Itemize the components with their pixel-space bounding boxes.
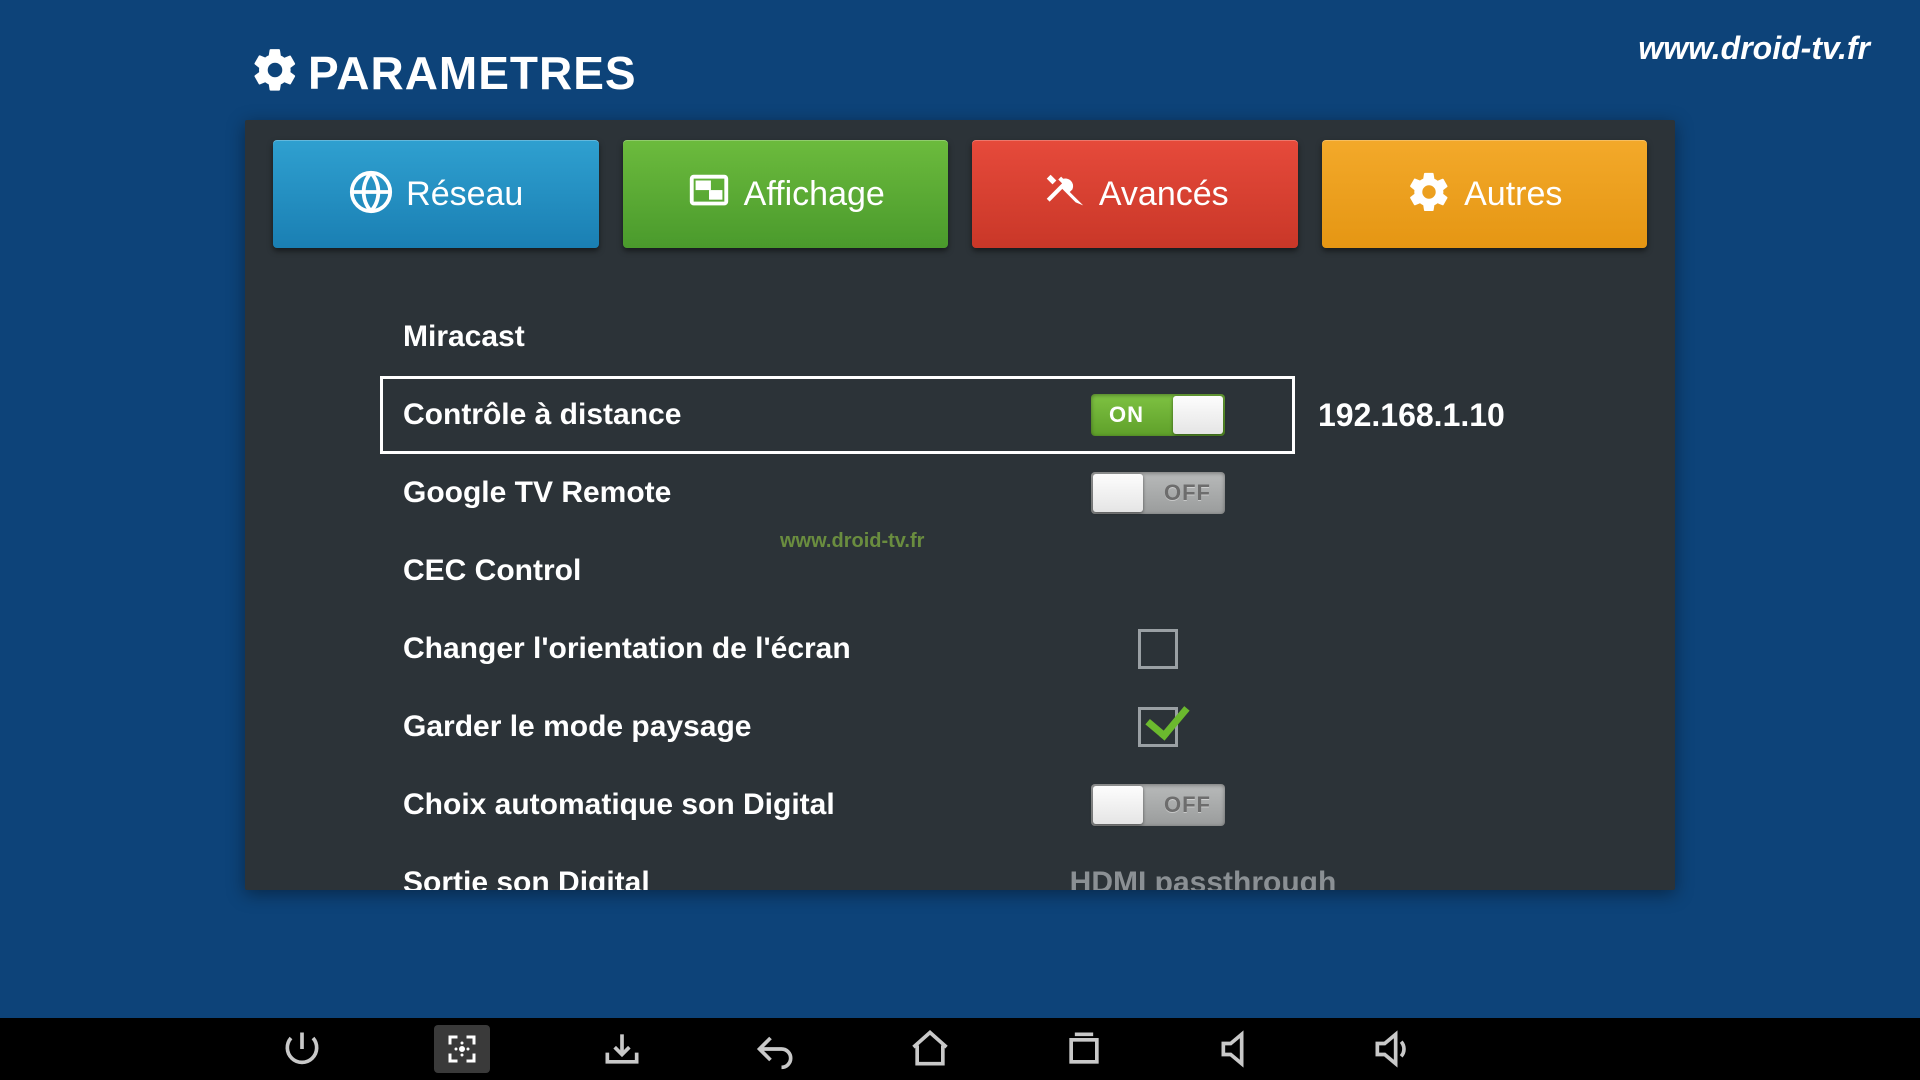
setting-label: Google TV Remote xyxy=(403,476,1043,510)
download-icon[interactable] xyxy=(600,1027,644,1071)
toggle-knob xyxy=(1093,786,1143,824)
tab-label: Avancés xyxy=(1099,175,1229,214)
recent-apps-icon[interactable] xyxy=(1062,1027,1106,1071)
tools-icon xyxy=(1041,169,1087,220)
setting-label: Miracast xyxy=(403,320,1043,354)
toggle-knob xyxy=(1093,474,1143,512)
toggle-auto-digital[interactable]: OFF xyxy=(1091,784,1225,826)
toggle-remote[interactable]: ON xyxy=(1091,394,1225,436)
toggle-state-text: OFF xyxy=(1164,480,1211,506)
watermark: www.droid-tv.fr xyxy=(780,530,924,553)
power-icon[interactable] xyxy=(280,1027,324,1071)
tab-display[interactable]: Affichage xyxy=(623,140,949,248)
tab-advanced[interactable]: Avancés xyxy=(972,140,1298,248)
globe-icon xyxy=(348,169,394,220)
checkbox-landscape[interactable] xyxy=(1138,707,1178,747)
setting-label: Changer l'orientation de l'écran xyxy=(403,632,1043,666)
settings-list: Miracast Contrôle à distance ON 192.168.… xyxy=(273,298,1647,890)
setting-miracast[interactable]: Miracast xyxy=(403,298,1557,376)
volume-down-icon[interactable] xyxy=(1216,1027,1260,1071)
tab-label: Réseau xyxy=(406,175,523,214)
system-navbar xyxy=(0,1018,1920,1080)
setting-remote-control[interactable]: Contrôle à distance ON 192.168.1.10 xyxy=(380,376,1295,454)
display-icon xyxy=(686,169,732,220)
expand-icon[interactable] xyxy=(434,1025,490,1073)
tab-label: Affichage xyxy=(744,175,885,214)
toggle-knob xyxy=(1173,396,1223,434)
setting-label: CEC Control xyxy=(403,554,1043,588)
back-icon[interactable] xyxy=(754,1027,798,1071)
checkbox-orientation[interactable] xyxy=(1138,629,1178,669)
tab-network[interactable]: Réseau xyxy=(273,140,599,248)
setting-cec-control[interactable]: CEC Control xyxy=(403,532,1557,610)
setting-label: Sortie son Digital xyxy=(403,866,1043,890)
setting-label: Garder le mode paysage xyxy=(403,710,1043,744)
tab-other[interactable]: Autres xyxy=(1322,140,1648,248)
page-title: PARAMETRES xyxy=(308,46,637,100)
toggle-state-text: ON xyxy=(1109,402,1144,428)
gear-icon xyxy=(250,45,300,100)
toggle-google-tv[interactable]: OFF xyxy=(1091,472,1225,514)
setting-label: Choix automatique son Digital xyxy=(403,788,1043,822)
gear-icon xyxy=(1406,169,1452,220)
setting-label: Contrôle à distance xyxy=(403,398,1043,432)
remote-ip: 192.168.1.10 xyxy=(1318,397,1505,434)
website-url: www.droid-tv.fr xyxy=(1638,30,1870,67)
settings-panel: Réseau Affichage Avancés Autres Miracast… xyxy=(245,120,1675,890)
setting-value: HDMI passthrough xyxy=(1070,866,1337,890)
volume-up-icon[interactable] xyxy=(1370,1027,1414,1071)
setting-landscape[interactable]: Garder le mode paysage xyxy=(403,688,1557,766)
toggle-state-text: OFF xyxy=(1164,792,1211,818)
tab-label: Autres xyxy=(1464,175,1562,214)
setting-digital-out[interactable]: Sortie son Digital HDMI passthrough xyxy=(403,844,1557,890)
home-icon[interactable] xyxy=(908,1027,952,1071)
setting-google-tv-remote[interactable]: Google TV Remote OFF xyxy=(403,454,1557,532)
tabs: Réseau Affichage Avancés Autres xyxy=(273,140,1647,248)
header: PARAMETRES xyxy=(0,0,1920,120)
setting-auto-digital[interactable]: Choix automatique son Digital OFF xyxy=(403,766,1557,844)
setting-orientation[interactable]: Changer l'orientation de l'écran xyxy=(403,610,1557,688)
